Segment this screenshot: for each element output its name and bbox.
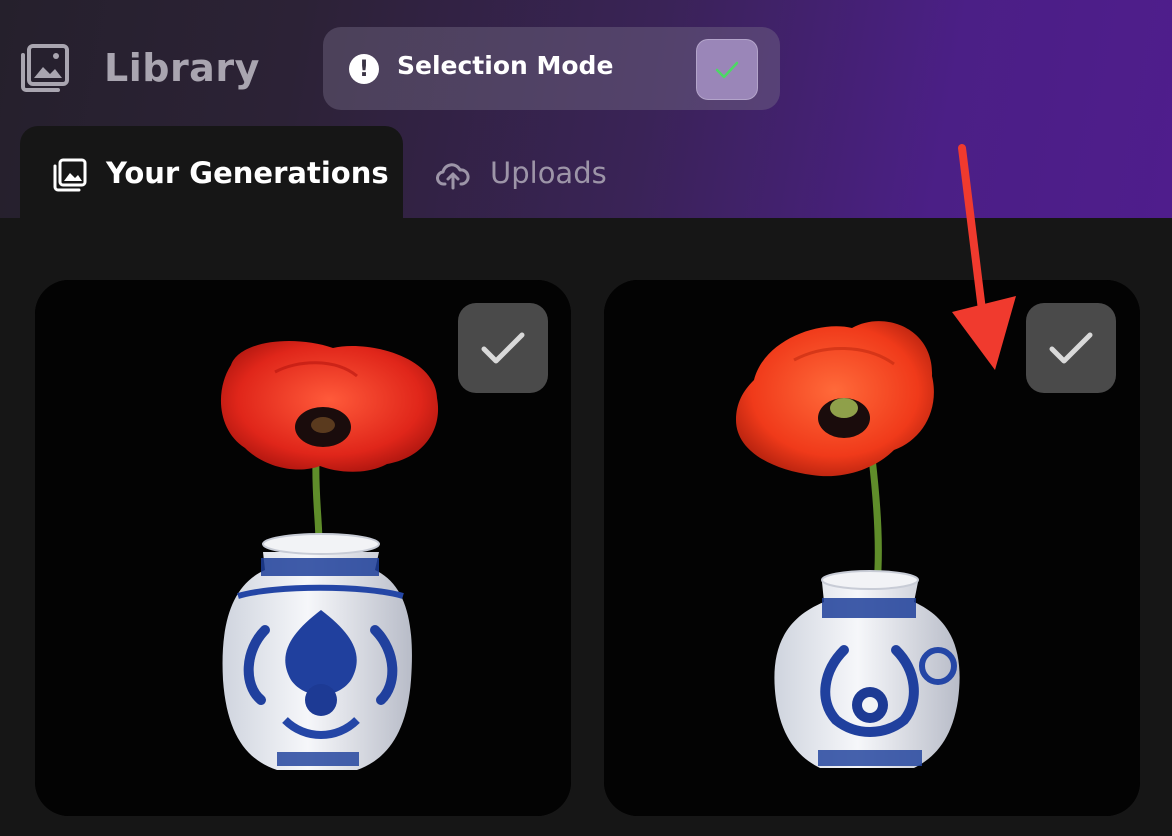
tab-label: Uploads (490, 156, 607, 190)
tab-your-generations[interactable]: Your Generations (20, 126, 403, 222)
exclamation-circle-icon: ! (349, 54, 379, 84)
library-header: Library (20, 40, 260, 96)
gallery-icon (21, 44, 69, 92)
gallery-item[interactable] (35, 280, 571, 816)
selection-mode-label: Selection Mode (397, 51, 614, 80)
gallery-item[interactable] (604, 280, 1140, 816)
check-icon (1049, 332, 1093, 364)
gallery-icon (53, 158, 87, 192)
cloud-upload-icon (436, 163, 470, 190)
select-checkbox[interactable] (1026, 303, 1116, 393)
selection-mode-banner: ! Selection Mode (323, 27, 780, 110)
check-icon (481, 332, 525, 364)
page-title: Library (104, 46, 260, 90)
check-icon (715, 61, 739, 78)
tab-label: Your Generations (106, 156, 389, 190)
selection-mode-toggle[interactable] (696, 39, 758, 100)
select-checkbox[interactable] (458, 303, 548, 393)
